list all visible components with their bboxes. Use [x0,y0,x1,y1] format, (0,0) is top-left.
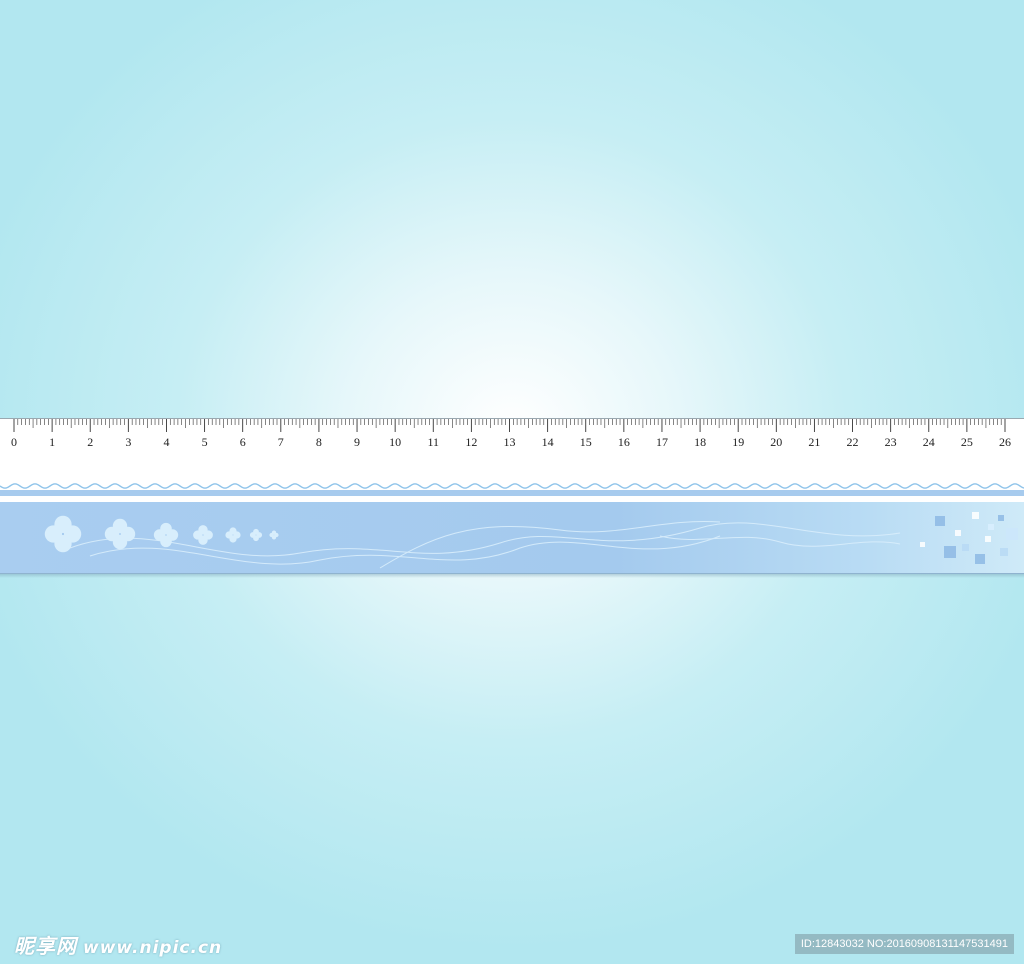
square-decoration [920,542,925,547]
unit-label: 4 [163,435,169,449]
unit-label: 16 [618,435,630,449]
unit-label: 20 [770,435,782,449]
unit-label: 18 [694,435,706,449]
square-decoration [1006,528,1018,540]
unit-label: 15 [580,435,592,449]
square-decoration [955,530,961,536]
unit-label: 7 [278,435,284,449]
unit-label: 11 [427,435,439,449]
ruler: 0 1 2 3 4 5 6 7 8 9 10 11 12 13 14 15 16 17 18 19 20 21 22 23 24… [0,418,1024,578]
square-decoration [998,515,1004,521]
ruler-graphic: 0 1 2 3 4 5 6 7 8 9 10 11 12 13 14 15 16 17 18 19 20 21 22 23 24… [0,418,1024,578]
unit-label: 13 [504,435,516,449]
unit-label: 12 [465,435,477,449]
square-decoration [962,544,969,551]
decor-band [0,502,1024,574]
unit-label: 19 [732,435,744,449]
unit-label: 5 [202,435,208,449]
square-decoration [1000,548,1008,556]
unit-label: 1 [49,435,55,449]
unit-label: 17 [656,435,668,449]
unit-label: 22 [847,435,859,449]
unit-label: 0 [11,435,17,449]
unit-label: 26 [999,435,1011,449]
square-decoration [935,516,945,526]
unit-label: 8 [316,435,322,449]
square-decoration [985,536,991,542]
unit-label: 14 [542,435,554,449]
square-decoration [975,554,985,564]
unit-label: 25 [961,435,973,449]
unit-label: 23 [885,435,897,449]
ruler-shadow [0,574,1024,578]
unit-label: 21 [808,435,820,449]
image-id-badge: ID:12843032 NO:20160908131147531491 [794,934,1014,954]
site-url: www.nipic.cn [83,938,223,958]
site-name: 昵享网 [14,934,77,958]
image-id-text: ID:12843032 NO:20160908131147531491 [800,938,1008,950]
square-decoration [972,512,979,519]
thin-stripe [0,490,1024,496]
unit-label: 3 [125,435,131,449]
site-watermark: 昵享网 www.nipic.cn [14,930,222,959]
unit-label: 9 [354,435,360,449]
square-decoration [944,546,956,558]
square-decoration [988,524,994,530]
unit-label: 24 [923,435,935,449]
unit-label: 2 [87,435,93,449]
unit-label: 10 [389,435,401,449]
unit-label: 6 [240,435,246,449]
